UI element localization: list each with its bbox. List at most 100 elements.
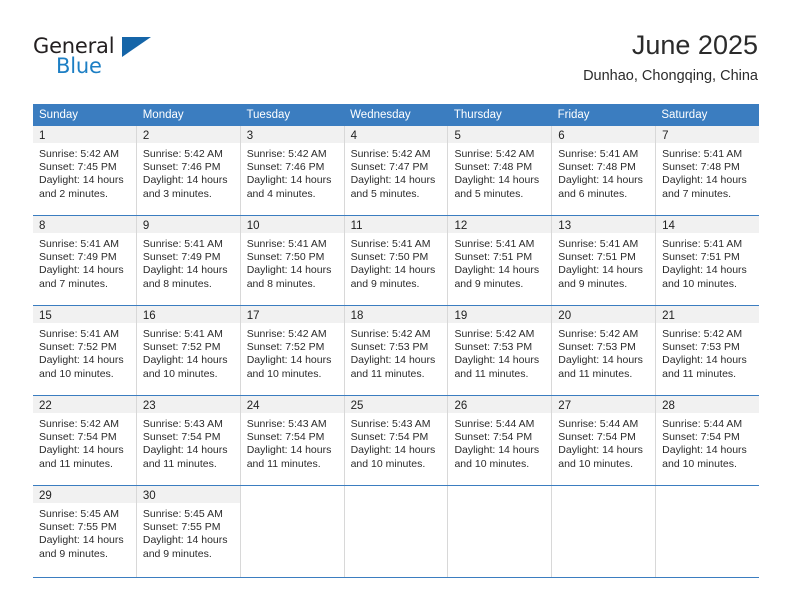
day-cell[interactable]: 25 Sunrise: 5:43 AM Sunset: 7:54 PM Dayl… [344,396,449,485]
day-number-band: 6 [552,126,656,143]
day-details: Sunrise: 5:41 AM Sunset: 7:51 PM Dayligh… [656,233,759,291]
day-number-band: 27 [552,396,656,413]
day-details: Sunrise: 5:42 AM Sunset: 7:46 PM Dayligh… [137,143,240,201]
sunset-text: Sunset: 7:53 PM [350,341,429,354]
day-number-band: 28 [656,396,760,413]
day-cell[interactable]: 17 Sunrise: 5:42 AM Sunset: 7:52 PM Dayl… [240,306,345,395]
day-cell-empty [345,486,449,577]
day-details: Sunrise: 5:44 AM Sunset: 7:54 PM Dayligh… [552,413,655,471]
sunset-text: Sunset: 7:51 PM [454,251,533,264]
daylight-text-line2: and 5 minutes. [454,187,524,200]
day-cell[interactable]: 28 Sunrise: 5:44 AM Sunset: 7:54 PM Dayl… [656,396,760,485]
day-cell-empty [448,486,553,577]
daylight-text-line1: Daylight: 14 hours [142,264,228,277]
day-cell[interactable]: 9 Sunrise: 5:41 AM Sunset: 7:49 PM Dayli… [136,216,241,305]
sunset-text: Sunset: 7:46 PM [246,161,325,174]
sunset-text: Sunset: 7:54 PM [350,431,429,444]
day-number-band: 15 [33,306,136,323]
daylight-text-line1: Daylight: 14 hours [350,354,436,367]
daylight-text-line1: Daylight: 14 hours [454,264,540,277]
day-cell[interactable]: 20 Sunrise: 5:42 AM Sunset: 7:53 PM Dayl… [552,306,657,395]
sunset-text: Sunset: 7:49 PM [39,251,117,264]
daylight-text-line1: Daylight: 14 hours [39,444,124,457]
day-number-band: 5 [448,126,552,143]
day-cell[interactable]: 29 Sunrise: 5:45 AM Sunset: 7:55 PM Dayl… [33,486,137,577]
sunset-text: Sunset: 7:53 PM [558,341,636,354]
day-number-band: 14 [656,216,760,233]
weekday-monday: Monday [142,109,184,121]
day-cell[interactable]: 18 Sunrise: 5:42 AM Sunset: 7:53 PM Dayl… [344,306,449,395]
calendar-page: General Blue June 2025 Dunhao, Chongqing… [0,0,792,612]
day-number-band: 8 [33,216,136,233]
daylight-text-line2: and 11 minutes. [142,457,217,470]
day-cell[interactable]: 26 Sunrise: 5:44 AM Sunset: 7:54 PM Dayl… [448,396,553,485]
weekday-header-row: Sunday Monday Tuesday Wednesday Thursday… [33,104,759,126]
day-number: 10 [246,220,260,232]
day-cell[interactable]: 14 Sunrise: 5:41 AM Sunset: 7:51 PM Dayl… [656,216,760,305]
daylight-text-line2: and 10 minutes. [454,457,530,470]
sunrise-text: Sunrise: 5:42 AM [662,328,743,340]
day-cell[interactable]: 12 Sunrise: 5:41 AM Sunset: 7:51 PM Dayl… [448,216,553,305]
day-cell[interactable]: 23 Sunrise: 5:43 AM Sunset: 7:54 PM Dayl… [136,396,241,485]
day-number: 6 [558,130,565,142]
daylight-text-line2: and 9 minutes. [558,277,628,290]
daylight-text-line2: and 10 minutes. [662,277,737,290]
day-cell[interactable]: 4 Sunrise: 5:42 AM Sunset: 7:47 PM Dayli… [344,126,449,215]
day-number-band: 12 [448,216,552,233]
sunset-text: Sunset: 7:45 PM [39,161,117,174]
day-cell[interactable]: 24 Sunrise: 5:43 AM Sunset: 7:54 PM Dayl… [240,396,345,485]
sunset-text: Sunset: 7:48 PM [662,161,740,174]
day-number: 19 [454,310,468,322]
sunrise-text: Sunrise: 5:45 AM [142,508,223,520]
day-cell[interactable]: 13 Sunrise: 5:41 AM Sunset: 7:51 PM Dayl… [552,216,657,305]
sunset-text: Sunset: 7:53 PM [662,341,740,354]
daylight-text-line1: Daylight: 14 hours [558,444,643,457]
day-cell[interactable]: 5 Sunrise: 5:42 AM Sunset: 7:48 PM Dayli… [448,126,553,215]
day-details: Sunrise: 5:43 AM Sunset: 7:54 PM Dayligh… [241,413,344,471]
sunset-text: Sunset: 7:47 PM [350,161,429,174]
sunset-text: Sunset: 7:52 PM [39,341,117,354]
day-cell[interactable]: 8 Sunrise: 5:41 AM Sunset: 7:49 PM Dayli… [33,216,137,305]
daylight-text-line2: and 11 minutes. [246,457,321,470]
day-cell[interactable]: 7 Sunrise: 5:41 AM Sunset: 7:48 PM Dayli… [656,126,760,215]
day-cell[interactable]: 16 Sunrise: 5:41 AM Sunset: 7:52 PM Dayl… [136,306,241,395]
day-cell[interactable]: 21 Sunrise: 5:42 AM Sunset: 7:53 PM Dayl… [656,306,760,395]
day-details: Sunrise: 5:42 AM Sunset: 7:53 PM Dayligh… [448,323,551,381]
day-cell[interactable]: 2 Sunrise: 5:42 AM Sunset: 7:46 PM Dayli… [136,126,241,215]
day-number-band: 11 [344,216,448,233]
daylight-text-line1: Daylight: 14 hours [246,264,332,277]
day-number-band: 24 [240,396,344,413]
day-cell[interactable]: 27 Sunrise: 5:44 AM Sunset: 7:54 PM Dayl… [552,396,657,485]
day-cell[interactable]: 1 Sunrise: 5:42 AM Sunset: 7:45 PM Dayli… [33,126,137,215]
sunrise-text: Sunrise: 5:41 AM [558,238,639,250]
day-cell-empty [241,486,345,577]
logo-text-blue: Blue [56,54,102,78]
day-number: 12 [454,220,468,232]
sunset-text: Sunset: 7:54 PM [142,431,221,444]
day-details: Sunrise: 5:44 AM Sunset: 7:54 PM Dayligh… [448,413,551,471]
day-cell[interactable]: 11 Sunrise: 5:41 AM Sunset: 7:50 PM Dayl… [344,216,449,305]
day-cell[interactable]: 22 Sunrise: 5:42 AM Sunset: 7:54 PM Dayl… [33,396,137,485]
daylight-text-line2: and 10 minutes. [350,457,426,470]
sunrise-text: Sunrise: 5:41 AM [39,328,119,340]
day-cell[interactable]: 15 Sunrise: 5:41 AM Sunset: 7:52 PM Dayl… [33,306,137,395]
day-details: Sunrise: 5:41 AM Sunset: 7:51 PM Dayligh… [448,233,551,291]
general-blue-logo[interactable]: General Blue [33,34,163,80]
day-cell[interactable]: 3 Sunrise: 5:42 AM Sunset: 7:46 PM Dayli… [240,126,345,215]
day-cell[interactable]: 10 Sunrise: 5:41 AM Sunset: 7:50 PM Dayl… [240,216,345,305]
day-cell[interactable]: 30 Sunrise: 5:45 AM Sunset: 7:55 PM Dayl… [136,486,241,577]
day-cell[interactable]: 19 Sunrise: 5:42 AM Sunset: 7:53 PM Dayl… [448,306,553,395]
daylight-text-line2: and 7 minutes. [662,187,732,200]
day-details: Sunrise: 5:41 AM Sunset: 7:52 PM Dayligh… [137,323,240,381]
sunrise-text: Sunrise: 5:42 AM [246,148,327,160]
sunrise-text: Sunrise: 5:43 AM [246,418,327,430]
day-cell[interactable]: 6 Sunrise: 5:41 AM Sunset: 7:48 PM Dayli… [552,126,657,215]
sunrise-text: Sunrise: 5:41 AM [662,238,743,250]
day-details: Sunrise: 5:42 AM Sunset: 7:47 PM Dayligh… [345,143,448,201]
day-details: Sunrise: 5:43 AM Sunset: 7:54 PM Dayligh… [137,413,240,471]
page-title: June 2025 [631,30,758,60]
sunset-text: Sunset: 7:54 PM [39,431,117,444]
daylight-text-line2: and 10 minutes. [39,367,114,380]
daylight-text-line1: Daylight: 14 hours [350,444,436,457]
day-details: Sunrise: 5:45 AM Sunset: 7:55 PM Dayligh… [137,503,240,561]
